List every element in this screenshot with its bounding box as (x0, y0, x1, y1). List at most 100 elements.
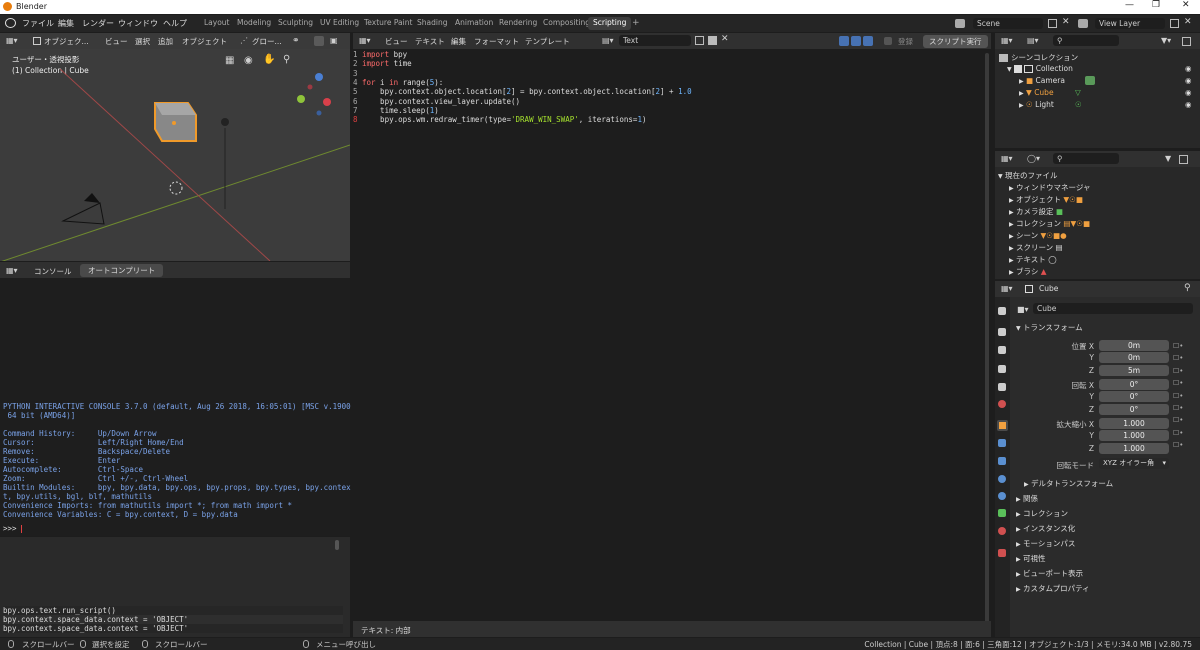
tab-shading[interactable]: Shading (412, 17, 452, 30)
unlink-text-icon[interactable]: ✕ (721, 34, 729, 44)
menu-render[interactable]: レンダー (82, 18, 114, 29)
open-text-icon[interactable] (708, 36, 717, 45)
console-editor-type-icon[interactable]: ▦▾ (6, 266, 18, 275)
file-item-brushes[interactable]: ▶ ブラシ ▲ (1009, 266, 1195, 277)
viewport-menu-view[interactable]: ビュー (105, 36, 128, 47)
expand-arrow-icon[interactable]: ▶ (1019, 78, 1024, 85)
world-tab-icon[interactable] (998, 400, 1006, 408)
menu-edit[interactable]: 編集 (58, 18, 74, 29)
panel-instancing[interactable]: ▶ インスタンス化 (1016, 523, 1075, 534)
snap-icon[interactable] (314, 36, 324, 46)
code-line[interactable]: 1 import bpy (353, 50, 407, 59)
file-item-window-manager[interactable]: ▶ ウィンドウマネージャ (1009, 182, 1195, 193)
tab-sculpting[interactable]: Sculpting (273, 17, 318, 30)
code-line[interactable]: 6 bpy.context.view_layer.update() (353, 97, 520, 106)
tab-scripting[interactable]: Scripting (588, 17, 632, 30)
panel-collections[interactable]: ▶ コレクション (1016, 508, 1068, 519)
delta-transform-header[interactable]: ▶ デルタトランスフォーム (1024, 478, 1113, 489)
console-tab[interactable]: コンソール (34, 266, 72, 277)
object-mode-icon[interactable] (33, 37, 41, 45)
file-item-objects[interactable]: ▶ オブジェクト ▼☉■ (1009, 194, 1195, 205)
expand-arrow-icon[interactable]: ▶ (1009, 221, 1014, 228)
file-item-scenes[interactable]: ▶ シーン ▼☉■● (1009, 230, 1195, 241)
rotation-z-field[interactable]: 0° (1099, 404, 1169, 415)
delete-view-layer-icon[interactable]: ✕ (1184, 17, 1192, 27)
console-editor[interactable]: ▦▾ コンソール オートコンプリート PYTHON INTERACTIVE CO… (0, 262, 351, 536)
camera-data-icon[interactable] (1085, 76, 1095, 85)
outliner-item-light[interactable]: ▶ ☉ Light ☉ ◉ (1019, 100, 1197, 111)
syntax-highlight-toggle-icon[interactable] (863, 36, 873, 46)
info-editor[interactable]: bpy.ops.text.run_script() bpy.context.sp… (0, 537, 350, 637)
object-datablock-icon[interactable]: ■▾ (1017, 305, 1029, 314)
panel-relations[interactable]: ▶ 関係 (1016, 493, 1038, 504)
object-name-field[interactable]: Cube (1033, 303, 1193, 314)
transform-orientation-dropdown[interactable]: グロー... (252, 36, 282, 47)
expand-arrow-icon[interactable]: ▶ (1019, 102, 1024, 109)
file-outliner-search-input[interactable]: ⚲ (1053, 153, 1119, 164)
material-tab-icon[interactable] (998, 527, 1006, 535)
maximize-button[interactable]: ❐ (1152, 0, 1160, 10)
close-button[interactable]: ✕ (1182, 0, 1190, 10)
pan-hand-icon[interactable]: ✋ (263, 54, 275, 65)
text-scrollbar[interactable] (985, 53, 989, 623)
code-line[interactable]: 2 import time (353, 59, 412, 68)
light-data-icon[interactable]: ☉ (1075, 100, 1082, 109)
view-layer-field[interactable]: View Layer (1095, 18, 1165, 29)
line-numbers-toggle-icon[interactable] (839, 36, 849, 46)
view-layer-icon[interactable] (1078, 19, 1088, 28)
delete-scene-icon[interactable]: ✕ (1062, 17, 1070, 27)
panel-custom-properties[interactable]: ▶ カスタムプロパティ (1016, 583, 1090, 594)
visibility-eye-icon[interactable]: ◉ (1185, 88, 1192, 97)
filter-icon[interactable]: ▼ (1165, 154, 1171, 163)
expand-arrow-icon[interactable]: ▶ (1009, 245, 1014, 252)
pivot-icon[interactable]: ⚭ (292, 36, 300, 46)
add-workspace-button[interactable]: + (632, 18, 640, 28)
expand-arrow-icon[interactable]: ▶ (1009, 233, 1014, 240)
text-editor-type-icon[interactable]: ▦▾ (359, 36, 371, 45)
menu-help[interactable]: ヘルプ (163, 18, 187, 29)
expand-arrow-icon[interactable]: ▶ (1009, 185, 1014, 192)
location-z-field[interactable]: 5m (1099, 365, 1169, 376)
blend-file-outliner[interactable]: ▦▾ ◯▾ ⚲ ▼ ▼ 現在のファイル ▶ ウィンドウマネージャ ▶ オブジェク… (995, 151, 1200, 279)
tab-rendering[interactable]: Rendering (494, 17, 542, 30)
view-layer-tab-icon[interactable] (998, 365, 1006, 373)
expand-arrow-icon[interactable]: ▶ (1009, 257, 1014, 264)
menu-file[interactable]: ファイル (22, 18, 54, 29)
tab-compositing[interactable]: Compositing (538, 17, 595, 30)
properties-editor-type-icon[interactable]: ▦▾ (1001, 284, 1013, 293)
expand-arrow-icon[interactable]: ▼ (1007, 66, 1012, 73)
transform-orientation-icon[interactable]: ⋰ (240, 36, 248, 45)
code-line[interactable]: 3 (353, 69, 362, 78)
scale-x-field[interactable]: 1.000 (1099, 418, 1169, 429)
output-tab-icon[interactable] (998, 346, 1006, 354)
menu-window[interactable]: ウィンドウ (118, 18, 158, 29)
outliner-editor-type-icon[interactable]: ▦▾ (1001, 36, 1013, 45)
lock-icons[interactable]: ☐• ☐• ☐• ☐• ☐• ☐• ☐• ☐• ☐• (1173, 340, 1193, 452)
viewport-menu-object[interactable]: オブジェクト (182, 36, 227, 47)
new-scene-icon[interactable] (1048, 19, 1057, 28)
code-line[interactable]: 4 for i in range(5): (353, 78, 443, 87)
visibility-eye-icon[interactable]: ◉ (1185, 64, 1192, 73)
visibility-eye-icon[interactable]: ◉ (1185, 76, 1192, 85)
viewport-menu-select[interactable]: 選択 (135, 36, 150, 47)
constraints-tab-icon[interactable] (998, 492, 1006, 500)
modifier-tab-icon[interactable] (998, 439, 1006, 447)
code-area[interactable]: 1 import bpy 2 import time 3 4 for i in range(… (353, 49, 987, 624)
viewport-3d[interactable]: ▦▾ オブジェク... ビュー 選択 追加 オブジェクト ⋰ グロー... ⚭ … (0, 33, 350, 261)
outliner-scene-collection[interactable]: シーンコレクション (999, 52, 1199, 63)
text-datablock-icon[interactable]: ▤▾ (602, 36, 614, 45)
new-collection-icon[interactable] (1182, 37, 1191, 46)
text-name-field[interactable]: Text (619, 35, 691, 46)
code-line[interactable]: 5 bpy.context.object.location[2] = bpy.c… (353, 87, 692, 96)
texture-tab-icon[interactable] (998, 549, 1006, 557)
pin-icon[interactable]: ⚲ (1184, 283, 1191, 293)
rotation-y-field[interactable]: 0° (1099, 391, 1169, 402)
new-text-icon[interactable] (695, 36, 704, 45)
new-icon[interactable] (1179, 155, 1188, 164)
file-item-screens[interactable]: ▶ スクリーン ▤ (1009, 242, 1195, 253)
file-item-collections[interactable]: ▶ コレクション ▤▼☉■ (1009, 218, 1195, 229)
scale-z-field[interactable]: 1.000 (1099, 443, 1169, 454)
filter-icon[interactable]: ▼▾ (1161, 36, 1171, 45)
expand-arrow-icon[interactable]: ▶ (1009, 209, 1014, 216)
zoom-icon[interactable]: ⚲ (283, 54, 290, 65)
